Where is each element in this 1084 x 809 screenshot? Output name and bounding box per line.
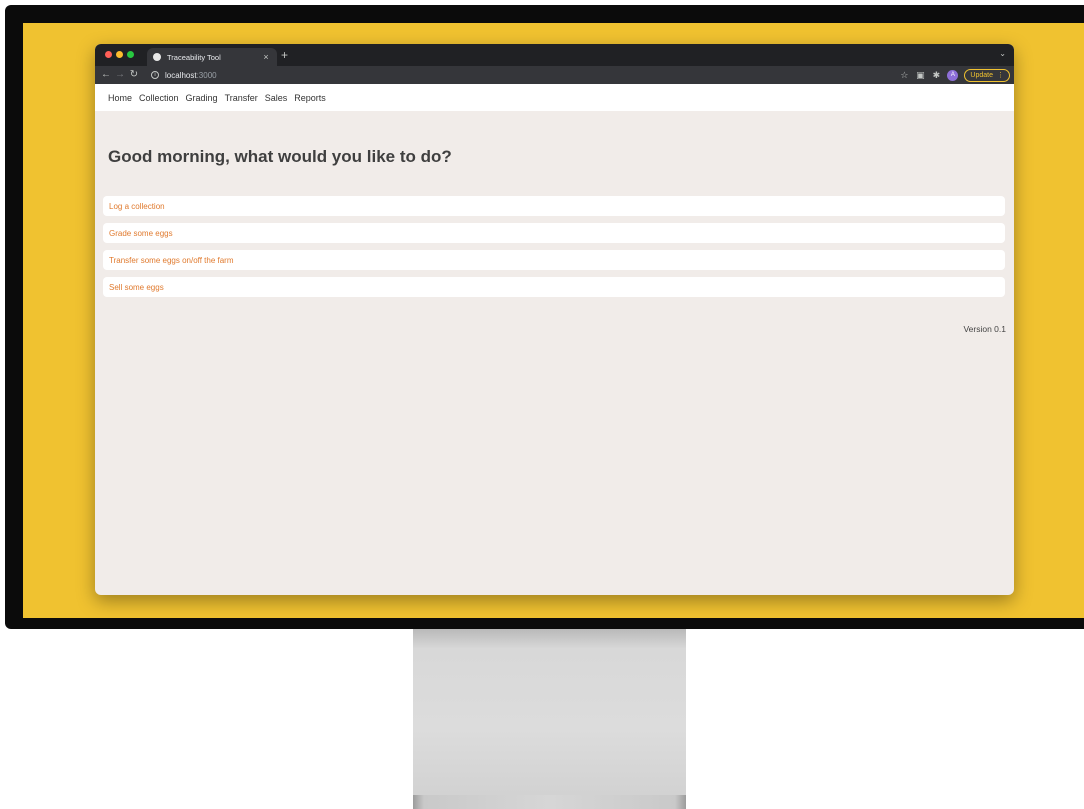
browser-window: Traceability Tool × + ⌄ ← → ↻ i localhos… bbox=[95, 44, 1014, 595]
new-tab-button[interactable]: + bbox=[281, 48, 288, 62]
action-grade-eggs[interactable]: Grade some eggs bbox=[103, 223, 1005, 243]
nav-transfer[interactable]: Transfer bbox=[225, 93, 258, 103]
monitor-bezel: Traceability Tool × + ⌄ ← → ↻ i localhos… bbox=[5, 5, 1084, 629]
avatar[interactable]: A bbox=[947, 69, 959, 81]
version-label: Version 0.1 bbox=[963, 324, 1006, 334]
chevron-down-icon[interactable]: ⌄ bbox=[999, 49, 1006, 58]
maximize-window-button[interactable] bbox=[127, 51, 134, 58]
action-list: Log a collection Grade some eggs Transfe… bbox=[103, 196, 1005, 304]
action-log-collection[interactable]: Log a collection bbox=[103, 196, 1005, 216]
url-host: localhost bbox=[165, 70, 197, 80]
reload-icon[interactable]: ↻ bbox=[127, 66, 141, 84]
nav-home[interactable]: Home bbox=[108, 93, 132, 103]
close-window-button[interactable] bbox=[105, 51, 112, 58]
egg-favicon-icon bbox=[153, 53, 161, 61]
update-label: Update bbox=[970, 71, 993, 79]
action-transfer-eggs[interactable]: Transfer some eggs on/off the farm bbox=[103, 250, 1005, 270]
puzzle-icon[interactable]: ✱ bbox=[931, 68, 941, 82]
tab-title: Traceability Tool bbox=[167, 52, 221, 62]
info-icon[interactable]: i bbox=[151, 71, 159, 79]
address-bar[interactable]: i localhost:3000 bbox=[151, 68, 889, 82]
update-button[interactable]: Update ⋮ bbox=[964, 68, 1010, 82]
tab-bar: Traceability Tool × + ⌄ bbox=[95, 44, 1014, 66]
monitor-screen: Traceability Tool × + ⌄ ← → ↻ i localhos… bbox=[23, 23, 1084, 618]
nav-reports[interactable]: Reports bbox=[294, 93, 326, 103]
browser-toolbar: ← → ↻ i localhost:3000 ☆ ▣ ✱ A Update ⋮ bbox=[95, 66, 1014, 84]
app-nav: Home Collection Grading Transfer Sales R… bbox=[95, 84, 1014, 111]
nav-collection[interactable]: Collection bbox=[139, 93, 179, 103]
toolbar-actions: ☆ ▣ ✱ A Update ⋮ bbox=[899, 68, 1010, 82]
star-icon[interactable]: ☆ bbox=[899, 68, 909, 82]
nav-grading[interactable]: Grading bbox=[186, 93, 218, 103]
back-arrow-icon[interactable]: ← bbox=[99, 66, 113, 84]
url-port: :3000 bbox=[196, 70, 217, 80]
more-vert-icon: ⋮ bbox=[997, 72, 1004, 79]
minimize-window-button[interactable] bbox=[116, 51, 123, 58]
browser-tab[interactable]: Traceability Tool × bbox=[147, 48, 277, 66]
monitor-stand bbox=[413, 629, 686, 795]
nav-sales[interactable]: Sales bbox=[265, 93, 288, 103]
forward-arrow-icon[interactable]: → bbox=[113, 66, 127, 84]
action-sell-eggs[interactable]: Sell some eggs bbox=[103, 277, 1005, 297]
page-title: Good morning, what would you like to do? bbox=[108, 147, 452, 166]
tab-close-icon[interactable]: × bbox=[261, 52, 271, 62]
monitor-stand-base bbox=[413, 795, 686, 809]
extension-icon[interactable]: ▣ bbox=[915, 68, 925, 82]
